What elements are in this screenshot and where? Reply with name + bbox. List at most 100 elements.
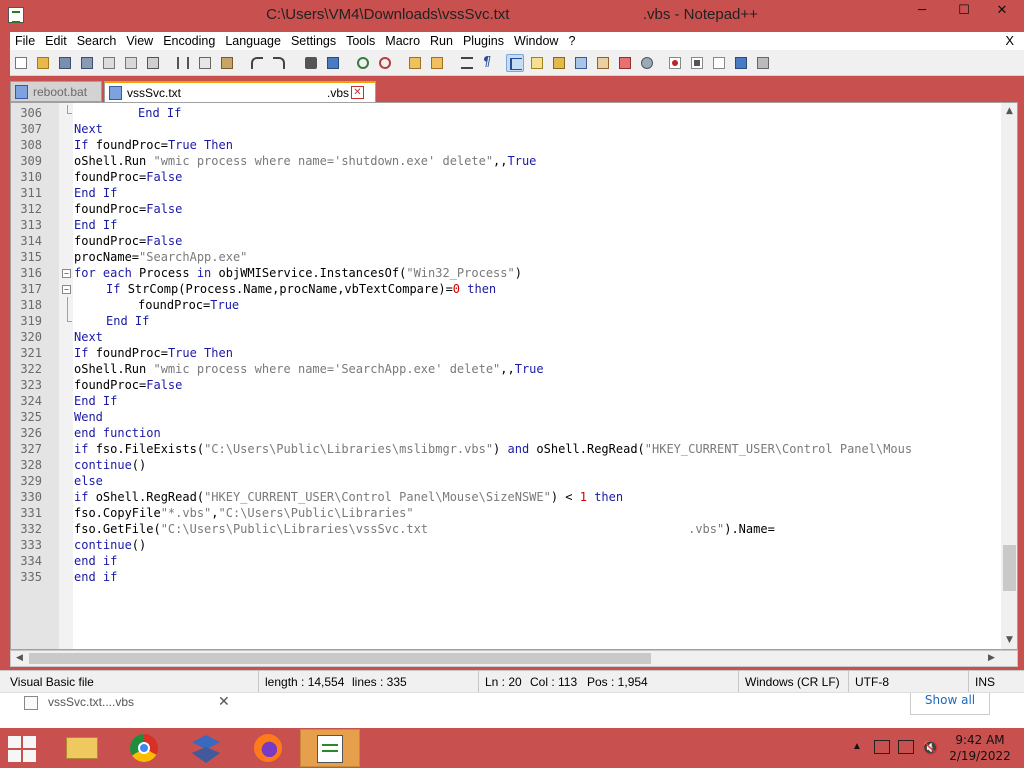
- action-center-flag-icon[interactable]: [874, 740, 890, 754]
- menu-file[interactable]: File: [10, 32, 40, 50]
- scroll-right-arrow-icon[interactable]: ▶: [983, 651, 1000, 666]
- minimize-button[interactable]: ─: [907, 0, 937, 22]
- code-line[interactable]: 310 foundProc=False: [11, 169, 1001, 185]
- menu-plugins[interactable]: Plugins: [458, 32, 509, 50]
- show-all-button[interactable]: Show all: [910, 693, 990, 715]
- close-document-button[interactable]: X: [1005, 32, 1014, 50]
- code-line[interactable]: 317− If StrComp(Process.Name,procName,vbT…: [11, 281, 1001, 297]
- monitoring-icon[interactable]: [616, 54, 634, 72]
- menu-language[interactable]: Language: [220, 32, 286, 50]
- notepadpp-taskbar-icon[interactable]: [300, 729, 360, 767]
- volume-muted-icon[interactable]: 🔇: [922, 740, 938, 756]
- user-defined-language-icon[interactable]: [528, 54, 546, 72]
- code-line[interactable]: 313 End If: [11, 217, 1001, 233]
- new-file-icon[interactable]: [12, 54, 30, 72]
- print-icon[interactable]: [144, 54, 162, 72]
- stop-macro-icon[interactable]: [688, 54, 706, 72]
- sync-horizontal-icon[interactable]: [428, 54, 446, 72]
- word-wrap-icon[interactable]: [458, 54, 476, 72]
- close-all-icon[interactable]: [122, 54, 140, 72]
- system-clock[interactable]: 9:42 AM 2/19/2022: [940, 732, 1020, 764]
- save-all-icon[interactable]: [78, 54, 96, 72]
- file-explorer-icon[interactable]: [52, 729, 112, 767]
- code-line[interactable]: 335 end if: [11, 569, 1001, 585]
- code-line[interactable]: 326 end function: [11, 425, 1001, 441]
- code-line[interactable]: 306 End If: [11, 105, 1001, 121]
- run-macro-multiple-icon[interactable]: [732, 54, 750, 72]
- code-line[interactable]: 330 if oShell.RegRead("HKEY_CURRENT_USER\…: [11, 489, 1001, 505]
- code-line[interactable]: 312 foundProc=False: [11, 201, 1001, 217]
- chrome-icon[interactable]: [114, 729, 174, 767]
- menu-settings[interactable]: Settings: [286, 32, 341, 50]
- undo-icon[interactable]: [248, 54, 266, 72]
- replace-icon[interactable]: [324, 54, 342, 72]
- network-icon[interactable]: [898, 740, 914, 754]
- code-line[interactable]: 329 else: [11, 473, 1001, 489]
- windows-start-icon[interactable]: [8, 736, 38, 762]
- horizontal-scroll-thumb[interactable]: [29, 653, 651, 664]
- code-line[interactable]: 307 Next: [11, 121, 1001, 137]
- tab-reboot-bat[interactable]: reboot.bat: [10, 81, 102, 102]
- code-line[interactable]: 324 End If: [11, 393, 1001, 409]
- code-line[interactable]: 315 procName="SearchApp.exe": [11, 249, 1001, 265]
- code-line[interactable]: 320 Next: [11, 329, 1001, 345]
- firefox-icon[interactable]: [238, 729, 298, 767]
- download-close-icon[interactable]: ✕: [218, 693, 230, 710]
- show-all-characters-icon[interactable]: ¶: [480, 54, 498, 72]
- code-line[interactable]: 332 fso.GetFile("C:\Users\Public\Librarie…: [11, 521, 1001, 537]
- scroll-up-arrow-icon[interactable]: ▲: [1001, 103, 1017, 120]
- menu-encoding[interactable]: Encoding: [158, 32, 220, 50]
- menu-macro[interactable]: Macro: [380, 32, 425, 50]
- menu-run[interactable]: Run: [425, 32, 458, 50]
- code-line[interactable]: 328 continue(): [11, 457, 1001, 473]
- code-line[interactable]: 311 End If: [11, 185, 1001, 201]
- code-line[interactable]: 314 foundProc=False: [11, 233, 1001, 249]
- tab-vsssvc[interactable]: vssSvc.txt .vbs ✕: [104, 81, 376, 102]
- zoom-in-icon[interactable]: [354, 54, 372, 72]
- close-window-button[interactable]: ✕: [980, 0, 1024, 22]
- function-list-icon[interactable]: [572, 54, 590, 72]
- code-line[interactable]: 331 fso.CopyFile"*.vbs","C:\Users\Public\…: [11, 505, 1001, 521]
- scroll-down-arrow-icon[interactable]: ▼: [1001, 632, 1017, 649]
- code-line[interactable]: 325 Wend: [11, 409, 1001, 425]
- code-line[interactable]: 322 oShell.Run "wmic process where name='…: [11, 361, 1001, 377]
- vertical-scrollbar[interactable]: ▲ ▼: [1001, 103, 1017, 649]
- find-icon[interactable]: [302, 54, 320, 72]
- close-tab-icon[interactable]: ✕: [351, 86, 364, 99]
- code-line[interactable]: 318 foundProc=True: [11, 297, 1001, 313]
- doc-map-icon[interactable]: [550, 54, 568, 72]
- save-macro-icon[interactable]: [754, 54, 772, 72]
- fold-toggle-icon[interactable]: −: [62, 285, 71, 294]
- maximize-button[interactable]: ☐: [949, 0, 979, 22]
- dropbox-icon[interactable]: [176, 729, 236, 767]
- code-line[interactable]: 321 If foundProc=True Then: [11, 345, 1001, 361]
- code-line[interactable]: 309 oShell.Run "wmic process where name='…: [11, 153, 1001, 169]
- menu-tools[interactable]: Tools: [341, 32, 380, 50]
- show-hidden-icons-chevron-icon[interactable]: ▲: [852, 741, 862, 752]
- save-icon[interactable]: [56, 54, 74, 72]
- eye-icon[interactable]: [638, 54, 656, 72]
- paste-icon[interactable]: [218, 54, 236, 72]
- folder-as-workspace-icon[interactable]: [594, 54, 612, 72]
- play-macro-icon[interactable]: [710, 54, 728, 72]
- close-file-icon[interactable]: [100, 54, 118, 72]
- menu-edit[interactable]: Edit: [40, 32, 72, 50]
- horizontal-scrollbar[interactable]: ◀ ▶: [10, 650, 1018, 667]
- code-line[interactable]: 308 If foundProc=True Then: [11, 137, 1001, 153]
- menu-search[interactable]: Search: [72, 32, 122, 50]
- menu-view[interactable]: View: [121, 32, 158, 50]
- record-macro-icon[interactable]: [666, 54, 684, 72]
- copy-icon[interactable]: [196, 54, 214, 72]
- code-line[interactable]: 319 End If: [11, 313, 1001, 329]
- fold-toggle-icon[interactable]: −: [62, 269, 71, 278]
- zoom-out-icon[interactable]: [376, 54, 394, 72]
- vertical-scroll-thumb[interactable]: [1003, 545, 1016, 591]
- code-line[interactable]: 327 if fso.FileExists("C:\Users\Public\Li…: [11, 441, 1001, 457]
- indent-guide-icon[interactable]: [506, 54, 524, 72]
- code-line[interactable]: 333 continue(): [11, 537, 1001, 553]
- open-file-icon[interactable]: [34, 54, 52, 72]
- cut-icon[interactable]: [174, 54, 192, 72]
- code-line[interactable]: 334 end if: [11, 553, 1001, 569]
- code-line[interactable]: 323 foundProc=False: [11, 377, 1001, 393]
- scroll-left-arrow-icon[interactable]: ◀: [11, 651, 28, 666]
